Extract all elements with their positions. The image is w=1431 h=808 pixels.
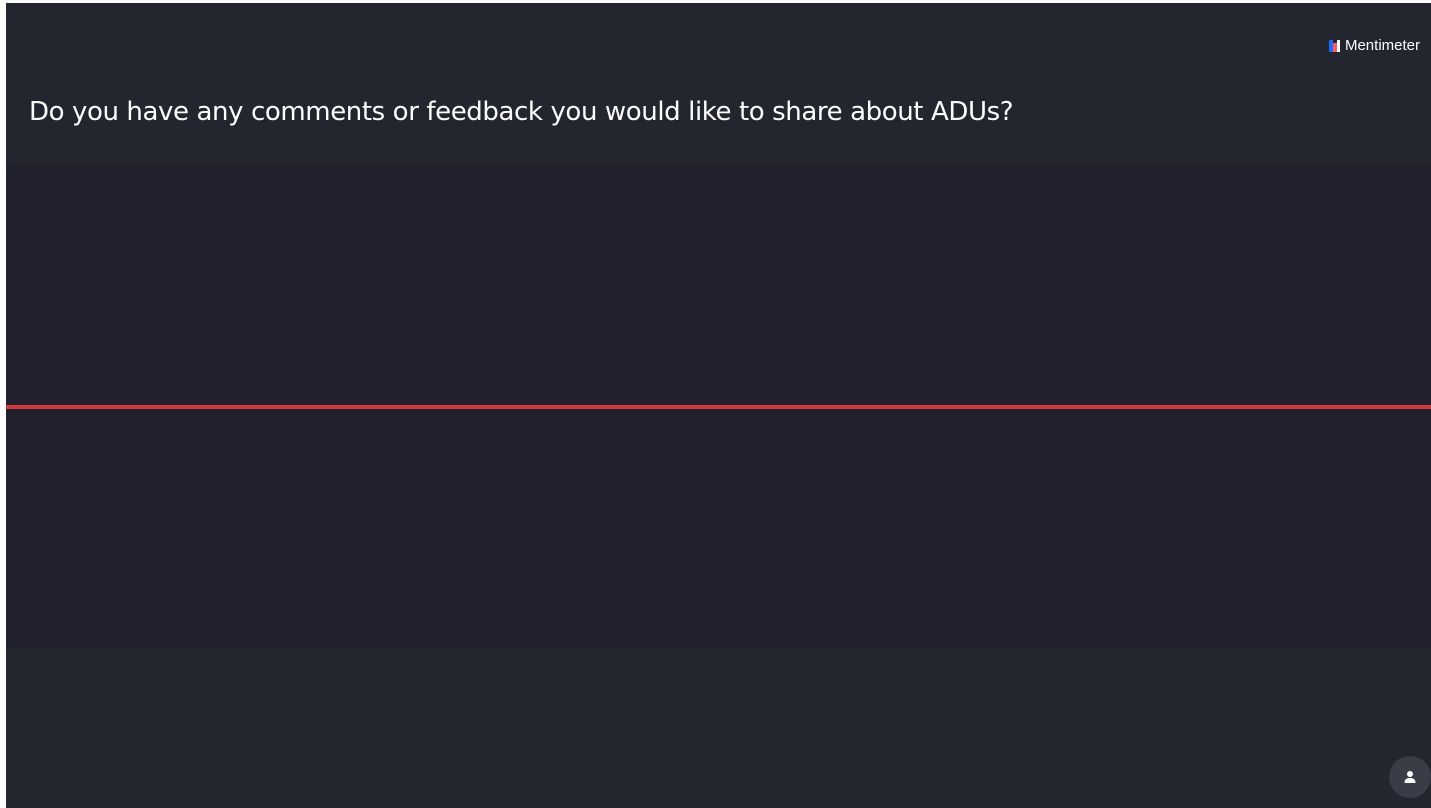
response-area	[6, 164, 1431, 648]
participant-button[interactable]	[1389, 756, 1431, 798]
presentation-slide: Mentimeter Do you have any comments or f…	[6, 3, 1431, 808]
brand: Mentimeter	[1328, 37, 1420, 54]
person-icon	[1404, 771, 1416, 783]
mentimeter-logo-icon	[1328, 39, 1340, 52]
brand-name: Mentimeter	[1344, 37, 1420, 54]
slide-question: Do you have any comments or feedback you…	[29, 97, 1014, 127]
divider-line	[6, 405, 1431, 409]
